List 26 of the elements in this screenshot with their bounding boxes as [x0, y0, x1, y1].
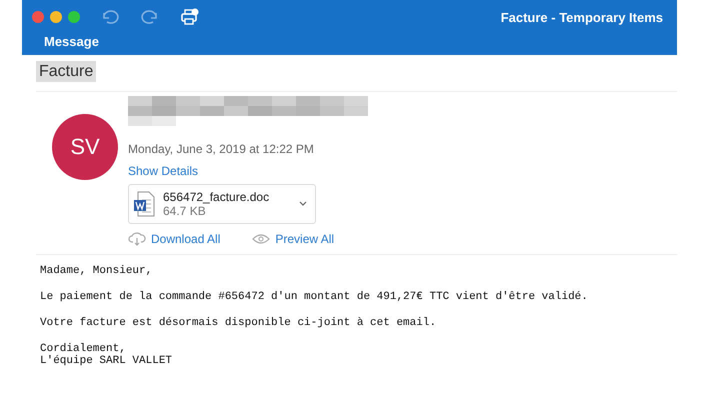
attachment-card[interactable]: 656472_facture.doc 64.7 KB: [128, 184, 316, 224]
signature-line: Cordialement,: [40, 343, 127, 355]
download-all-link[interactable]: Download All: [128, 232, 220, 246]
body-paragraph: Votre facture est désormais disponible ci-joint à cet email.: [40, 317, 438, 329]
attachment-name: 656472_facture.doc: [163, 190, 270, 204]
chevron-down-icon[interactable]: [299, 201, 307, 207]
printer-icon[interactable]: [180, 8, 200, 26]
sent-date: Monday, June 3, 2019 at 12:22 PM: [128, 142, 314, 156]
minimize-button[interactable]: [50, 11, 62, 23]
window-title: Facture - Temporary Items: [500, 10, 663, 24]
preview-all-link[interactable]: Preview All: [252, 232, 334, 246]
show-details-link[interactable]: Show Details: [128, 164, 198, 178]
word-document-icon: [133, 191, 155, 217]
sender-avatar: SV: [52, 114, 118, 180]
attachment-size: 64.7 KB: [163, 204, 207, 218]
eye-icon: [252, 233, 270, 245]
body-paragraph: Madame, Monsieur,: [40, 265, 154, 277]
cloud-download-icon: [128, 232, 146, 246]
undo-icon[interactable]: [100, 9, 120, 25]
body-paragraph: Le paiement de la commande #656472 d'un montant de 491,27€ TTC vient d'être validé.: [40, 291, 589, 303]
signature-line: L'équipe SARL VALLET: [40, 355, 174, 367]
message-tab[interactable]: Message: [44, 34, 99, 49]
zoom-button[interactable]: [68, 11, 80, 23]
subject-heading: Facture: [36, 61, 96, 82]
redo-icon[interactable]: [140, 9, 160, 25]
close-button[interactable]: [32, 11, 44, 23]
